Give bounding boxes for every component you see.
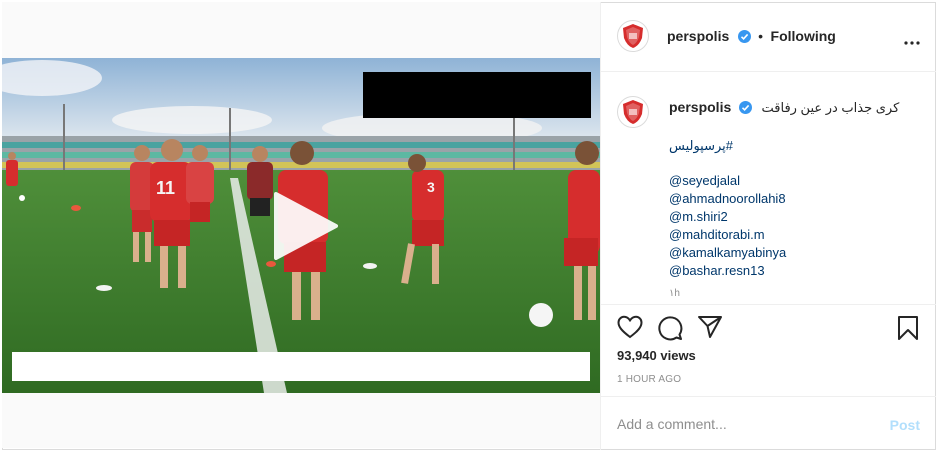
- caption-first-line: perspolis کری جذاب در عین رفاقت: [669, 98, 899, 119]
- svg-text:11: 11: [156, 178, 175, 198]
- caption-area: perspolis کری جذاب در عین رفاقت #پرسپولی…: [601, 72, 936, 304]
- caption-text: کری جذاب در عین رفاقت: [761, 100, 900, 115]
- comment-section: Post: [601, 396, 936, 450]
- comment-icon[interactable]: [657, 315, 683, 346]
- mention-link[interactable]: @mahditorabi.m: [669, 226, 786, 244]
- view-count[interactable]: 93,940 views: [617, 348, 696, 363]
- team-crest-icon: [623, 24, 643, 48]
- media-top-padding: [2, 2, 600, 58]
- mention-link[interactable]: @bashar.resn13: [669, 262, 786, 280]
- post-timestamp[interactable]: 1 HOUR AGO: [617, 374, 681, 385]
- post-header: perspolis • Following: [601, 2, 936, 72]
- caption-time-cutoff: ۱h: [669, 288, 680, 299]
- play-icon[interactable]: [272, 192, 338, 260]
- header-text: perspolis • Following: [667, 28, 836, 48]
- post-side-panel: perspolis • Following perspolis کری جذاب…: [600, 2, 936, 450]
- post-comment-button[interactable]: Post: [890, 417, 920, 433]
- team-crest-icon: [623, 100, 643, 124]
- video-player[interactable]: 11 3: [2, 58, 600, 393]
- dot-separator: •: [758, 28, 764, 44]
- mention-link[interactable]: @kamalkamyabinya: [669, 244, 786, 262]
- caption-username[interactable]: perspolis: [669, 99, 731, 115]
- mention-link[interactable]: @m.shiri2: [669, 208, 786, 226]
- caption-mentions: @seyedjalal @ahmadnoorollahi8 @m.shiri2 …: [669, 172, 786, 280]
- caption-avatar[interactable]: [617, 96, 649, 128]
- more-options-icon[interactable]: [904, 32, 920, 50]
- paper-plane-icon[interactable]: [697, 315, 723, 344]
- media-bottom-padding: [2, 393, 600, 448]
- comment-input[interactable]: [617, 409, 877, 439]
- bookmark-icon[interactable]: [897, 315, 919, 346]
- redaction-box-white: [12, 352, 590, 381]
- verified-badge-icon: [737, 30, 751, 48]
- redaction-box-black: [363, 72, 591, 118]
- action-bar: [601, 304, 936, 344]
- caption-hashtag[interactable]: #پرسپولیس: [669, 138, 733, 154]
- heart-icon[interactable]: [617, 315, 643, 344]
- verified-badge-icon: [738, 101, 752, 119]
- soccer-ball: [529, 303, 553, 327]
- following-button[interactable]: Following: [771, 28, 836, 44]
- svg-text:3: 3: [427, 179, 435, 195]
- username[interactable]: perspolis: [667, 28, 729, 44]
- mention-link[interactable]: @ahmadnoorollahi8: [669, 190, 786, 208]
- mention-link[interactable]: @seyedjalal: [669, 172, 786, 190]
- avatar[interactable]: [617, 20, 649, 52]
